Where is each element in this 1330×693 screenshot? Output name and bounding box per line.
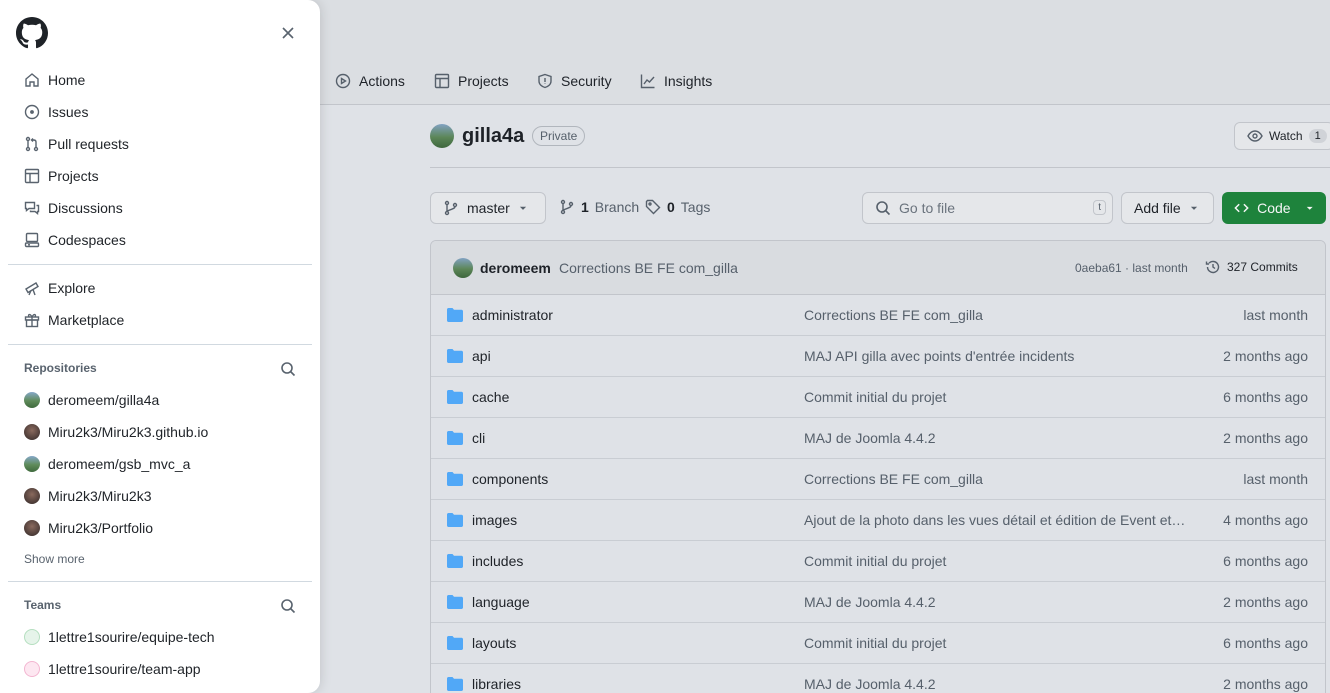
drawer-item-marketplace[interactable]: Marketplace (16, 304, 304, 336)
navigation-drawer: Home Issues Pull requests Projects Discu… (0, 0, 320, 693)
drawer-item-label: Explore (48, 280, 96, 296)
repository-label: Miru2k3/Portfolio (48, 520, 154, 536)
team-item[interactable]: 1lettre1sourire/team-app (24, 659, 201, 679)
drawer-item-projects[interactable]: Projects (16, 160, 304, 192)
team-label: 1lettre1sourire/equipe-tech (48, 629, 215, 645)
avatar (24, 392, 40, 408)
drawer-item-label: Projects (48, 168, 99, 184)
repository-item[interactable]: deromeem/gilla4a (24, 390, 159, 410)
teams-search-button[interactable] (280, 598, 296, 614)
teams-heading: Teams (24, 598, 62, 612)
telescope-icon (25, 282, 39, 296)
drawer-item-label: Issues (48, 104, 89, 120)
avatar (24, 629, 40, 645)
search-icon (281, 362, 296, 377)
repository-item[interactable]: deromeem/gsb_mvc_a (24, 454, 190, 474)
avatar (24, 456, 40, 472)
repository-label: deromeem/gsb_mvc_a (48, 456, 191, 472)
repository-label: deromeem/gilla4a (48, 392, 160, 408)
discussions-icon (24, 201, 40, 215)
drawer-item-explore[interactable]: Explore (16, 272, 304, 304)
gift-icon (24, 313, 40, 328)
team-label: 1lettre1sourire/team-app (48, 661, 201, 677)
drawer-item-pull-requests[interactable]: Pull requests (16, 128, 304, 160)
repository-item[interactable]: Miru2k3/Miru2k3 (24, 486, 151, 506)
repository-item[interactable]: Miru2k3/Portfolio (24, 518, 153, 538)
show-more-link[interactable]: Show more (24, 552, 85, 566)
issue-icon (24, 104, 40, 120)
drawer-item-home[interactable]: Home (16, 64, 304, 96)
team-item[interactable]: 1lettre1sourire/equipe-tech (24, 627, 215, 647)
codespaces-icon (24, 232, 40, 248)
search-icon (281, 599, 296, 614)
repository-label: Miru2k3/Miru2k3 (48, 488, 152, 504)
divider (8, 581, 312, 582)
repository-item[interactable]: Miru2k3/Miru2k3.github.io (24, 422, 208, 442)
close-icon (282, 27, 294, 39)
drawer-item-label: Codespaces (48, 232, 126, 248)
pull-request-icon (25, 136, 39, 152)
home-icon (25, 73, 39, 87)
avatar (24, 424, 40, 440)
avatar (24, 488, 40, 504)
avatar (24, 661, 40, 677)
drawer-item-issues[interactable]: Issues (16, 96, 304, 128)
table-icon (24, 168, 40, 184)
drawer-item-label: Home (48, 72, 86, 88)
drawer-item-discussions[interactable]: Discussions (16, 192, 304, 224)
close-drawer-button[interactable] (276, 21, 300, 45)
drawer-item-label: Pull requests (48, 136, 129, 152)
drawer-item-label: Discussions (48, 200, 123, 216)
github-logo-icon[interactable] (16, 17, 48, 49)
repositories-search-button[interactable] (280, 361, 296, 377)
repository-label: Miru2k3/Miru2k3.github.io (48, 424, 209, 440)
drawer-item-codespaces[interactable]: Codespaces (16, 224, 304, 256)
drawer-item-label: Marketplace (48, 312, 125, 328)
avatar (24, 520, 40, 536)
divider (8, 344, 312, 345)
divider (8, 264, 312, 265)
repositories-heading: Repositories (24, 361, 97, 375)
